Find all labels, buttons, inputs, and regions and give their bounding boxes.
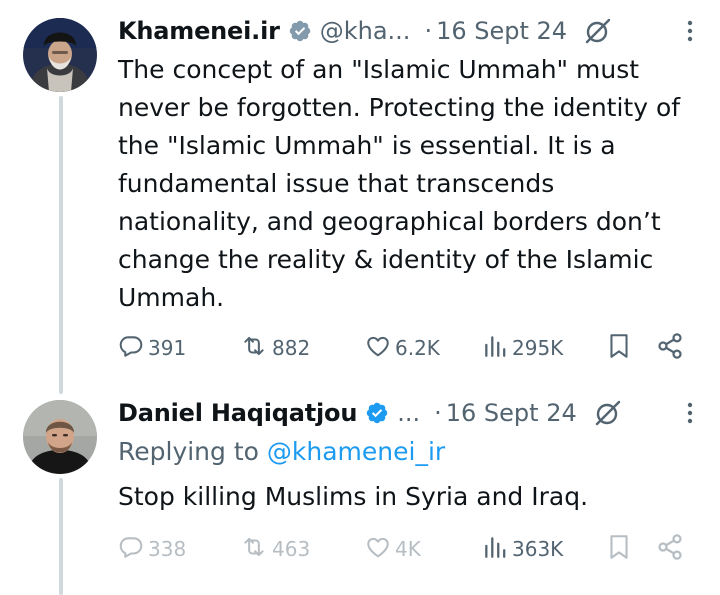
share-button[interactable] <box>656 532 688 566</box>
tweet-date[interactable]: 16 Sept 24 <box>446 399 577 427</box>
author-handle[interactable]: @kha... <box>320 17 411 45</box>
bookmark-button[interactable] <box>606 532 636 566</box>
like-count: 6.2K <box>395 336 440 360</box>
repost-count: 463 <box>272 537 311 561</box>
views-icon <box>482 333 512 364</box>
repost-button[interactable]: 463 <box>240 532 310 566</box>
reply-count: 338 <box>148 537 187 561</box>
like-icon <box>365 333 395 364</box>
share-button[interactable] <box>656 331 688 365</box>
tweet-actions: 391 882 6.2K 295K <box>118 331 688 365</box>
author-name[interactable]: Khamenei.ir <box>118 17 280 45</box>
reply-icon <box>118 333 148 364</box>
replying-to: Replying to @khamenei_ir <box>118 437 445 466</box>
grok-icon[interactable] <box>583 17 611 45</box>
views-count: 295K <box>512 336 564 360</box>
bookmark-icon <box>606 332 636 365</box>
avatar[interactable] <box>23 18 97 92</box>
separator-dot: · <box>434 399 442 427</box>
views-button[interactable]: 363K <box>482 532 563 566</box>
author-handle[interactable]: ... <box>397 399 420 427</box>
like-icon <box>365 534 395 565</box>
verified-badge-icon <box>365 401 389 425</box>
more-options-icon[interactable] <box>686 401 694 425</box>
tweet-actions: 338 463 4K 363K <box>118 532 688 566</box>
like-button[interactable]: 6.2K <box>365 331 440 365</box>
tweet-text: The concept of an "Islamic Ummah" must n… <box>118 55 681 312</box>
repost-count: 882 <box>272 336 311 360</box>
tweet-header: Daniel Haqiqatjou ... · 16 Sept 24 <box>118 396 706 430</box>
thread-line-top <box>59 96 63 394</box>
reply-button[interactable]: 338 <box>118 532 186 566</box>
reply-count: 391 <box>148 336 187 360</box>
views-count: 363K <box>512 537 564 561</box>
like-button[interactable]: 4K <box>365 532 421 566</box>
repost-icon <box>240 534 272 565</box>
reply-icon <box>118 534 148 565</box>
replying-to-label: Replying to <box>118 437 259 466</box>
replying-to-handle[interactable]: @khamenei_ir <box>267 437 445 466</box>
avatar[interactable] <box>23 400 97 474</box>
tweet-header: Khamenei.ir @kha... · 16 Sept 24 <box>118 14 706 48</box>
bookmark-button[interactable] <box>606 331 636 365</box>
thread-line-bottom <box>59 478 63 595</box>
tweet-text: Stop killing Muslims in Syria and Iraq. <box>118 482 589 511</box>
like-count: 4K <box>395 537 421 561</box>
views-icon <box>482 534 512 565</box>
separator-dot: · <box>424 17 433 45</box>
grok-icon[interactable] <box>593 399 621 427</box>
share-icon <box>656 533 688 566</box>
repost-icon <box>240 333 272 364</box>
author-name[interactable]: Daniel Haqiqatjou <box>118 399 357 427</box>
repost-button[interactable]: 882 <box>240 331 310 365</box>
reply-button[interactable]: 391 <box>118 331 186 365</box>
verified-badge-icon <box>288 19 312 43</box>
tweet-date[interactable]: 16 Sept 24 <box>436 17 567 45</box>
share-icon <box>656 332 688 365</box>
views-button[interactable]: 295K <box>482 331 563 365</box>
bookmark-icon <box>606 533 636 566</box>
more-options-icon[interactable] <box>686 19 694 43</box>
